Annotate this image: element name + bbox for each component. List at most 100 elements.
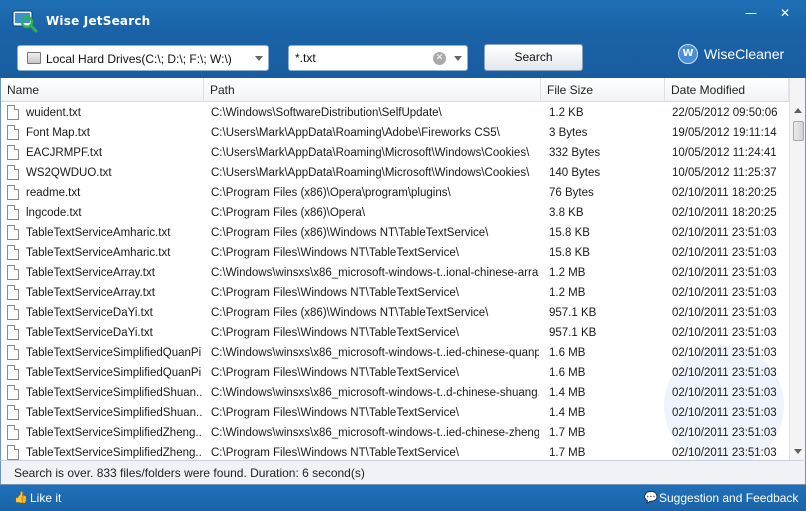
cell-name: TableTextServiceDaYi.txt xyxy=(26,307,153,319)
cell-date-modified: 02/10/2011 23:51:03 xyxy=(672,247,777,259)
cell-path: C:\Users\Mark\AppData\Roaming\Microsoft\… xyxy=(211,147,530,159)
cell-file-size: 332 Bytes xyxy=(549,147,601,159)
cell-name: wuident.txt xyxy=(26,107,81,119)
table-body: wuident.txt C:\Windows\SoftwareDistributi… xyxy=(1,103,789,460)
cell-path: C:\Windows\winsxs\x86_microsoft-windows-… xyxy=(211,427,539,439)
cell-file-size: 1.4 MB xyxy=(549,407,586,419)
like-it-link[interactable]: Like it xyxy=(30,491,61,505)
drive-select[interactable]: Local Hard Drives(C:\; D:\; F:\; W:\) xyxy=(17,45,269,71)
table-row[interactable]: TableTextServiceDaYi.txt C:\Program Files… xyxy=(1,303,789,323)
table-row[interactable]: TableTextServiceArray.txt C:\Windows\wins… xyxy=(1,263,789,283)
column-header-date-modified[interactable]: Date Modified xyxy=(665,78,789,102)
arrow-up-icon xyxy=(794,108,802,113)
cell-date-modified: 02/10/2011 23:51:03 xyxy=(672,327,777,339)
text-file-icon xyxy=(7,365,19,380)
chevron-down-icon[interactable] xyxy=(255,56,263,61)
minimize-button[interactable]: — xyxy=(740,4,762,22)
cell-name: lngcode.txt xyxy=(26,207,82,219)
column-header-file-size[interactable]: File Size xyxy=(541,78,665,102)
cell-path: C:\Users\Mark\AppData\Roaming\Microsoft\… xyxy=(211,167,530,179)
column-header-path[interactable]: Path xyxy=(204,78,541,102)
text-file-icon xyxy=(7,125,19,140)
cell-path: C:\Program Files (x86)\Windows NT\TableT… xyxy=(211,227,489,239)
cell-date-modified: 10/05/2012 11:25:37 xyxy=(672,167,777,179)
vertical-scrollbar[interactable] xyxy=(789,78,805,460)
column-header-name[interactable]: Name xyxy=(1,78,204,102)
text-file-icon xyxy=(7,245,19,260)
table-row[interactable]: TableTextServiceSimplifiedShuan... C:\Win… xyxy=(1,383,789,403)
text-file-icon xyxy=(7,145,19,160)
scroll-down-button[interactable] xyxy=(790,443,805,460)
cell-path: C:\Program Files\Windows NT\TableTextSer… xyxy=(211,327,459,339)
table-row[interactable]: wuident.txt C:\Windows\SoftwareDistributi… xyxy=(1,103,789,123)
cell-name: EACJRMPF.txt xyxy=(26,147,103,159)
suggestion-feedback-link[interactable]: Suggestion and Feedback xyxy=(659,491,798,505)
search-box[interactable]: ✕ xyxy=(288,45,468,71)
cell-date-modified: 02/10/2011 23:51:03 xyxy=(672,307,777,319)
wisecleaner-logo-icon: W xyxy=(678,44,698,64)
thumbs-up-icon[interactable]: 👍 xyxy=(14,492,28,503)
cell-path: C:\Program Files\Windows NT\TableTextSer… xyxy=(211,367,459,379)
cell-file-size: 3 Bytes xyxy=(549,127,588,139)
table-row[interactable]: lngcode.txt C:\Program Files (x86)\Opera\… xyxy=(1,203,789,223)
cell-date-modified: 10/05/2012 11:24:41 xyxy=(672,147,777,159)
cell-file-size: 1.4 MB xyxy=(549,387,586,399)
cell-date-modified: 22/05/2012 09:50:06 xyxy=(672,107,778,119)
cell-date-modified: 02/10/2011 23:51:03 xyxy=(672,427,777,439)
cell-name: Font Map.txt xyxy=(26,127,90,139)
cell-path: C:\Program Files (x86)\Opera\program\plu… xyxy=(211,187,451,199)
cell-date-modified: 02/10/2011 23:51:03 xyxy=(672,387,777,399)
table-row[interactable]: TableTextServiceAmharic.txt C:\Program Fi… xyxy=(1,243,789,263)
cell-path: C:\Program Files\Windows NT\TableTextSer… xyxy=(211,447,459,459)
text-file-icon xyxy=(7,105,19,120)
cell-path: C:\Program Files (x86)\Windows NT\TableT… xyxy=(211,307,489,319)
cell-file-size: 1.7 MB xyxy=(549,427,586,439)
table-row[interactable]: TableTextServiceSimplifiedZheng... C:\Win… xyxy=(1,423,789,443)
scroll-thumb[interactable] xyxy=(793,121,804,141)
cell-date-modified: 02/10/2011 23:51:03 xyxy=(672,367,777,379)
table-row[interactable]: TableTextServiceDaYi.txt C:\Program Files… xyxy=(1,323,789,343)
cell-date-modified: 02/10/2011 23:51:03 xyxy=(672,447,777,459)
text-file-icon xyxy=(7,185,19,200)
table-row[interactable]: TableTextServiceArray.txt C:\Program File… xyxy=(1,283,789,303)
cell-name: TableTextServiceArray.txt xyxy=(26,287,155,299)
table-row[interactable]: TableTextServiceAmharic.txt C:\Program Fi… xyxy=(1,223,789,243)
cell-name: TableTextServiceAmharic.txt xyxy=(26,227,171,239)
cell-name: TableTextServiceSimplifiedShuan... xyxy=(26,387,202,399)
speech-bubble-icon[interactable]: 💬 xyxy=(644,492,658,503)
text-file-icon xyxy=(7,205,19,220)
table-row[interactable]: TableTextServiceSimplifiedShuan... C:\Pro… xyxy=(1,403,789,423)
cell-file-size: 76 Bytes xyxy=(549,187,594,199)
cell-file-size: 957.1 KB xyxy=(549,327,597,339)
search-input[interactable] xyxy=(295,49,425,67)
main-window: Wise JetSearch — ✕ Local Hard Drives(C:\… xyxy=(0,0,806,511)
jetsearch-app-icon xyxy=(12,10,38,33)
cell-date-modified: 02/10/2011 23:51:03 xyxy=(672,267,777,279)
cell-path: C:\Windows\winsxs\x86_microsoft-windows-… xyxy=(211,267,539,279)
table-row[interactable]: readme.txt C:\Program Files (x86)\Opera\p… xyxy=(1,183,789,203)
table-row[interactable]: Font Map.txt C:\Users\Mark\AppData\Roamin… xyxy=(1,123,789,143)
clear-search-icon[interactable]: ✕ xyxy=(433,52,446,65)
cell-file-size: 15.8 KB xyxy=(549,227,590,239)
scroll-up-button[interactable] xyxy=(790,102,805,119)
search-history-chevron-icon[interactable] xyxy=(454,56,462,61)
cell-date-modified: 02/10/2011 23:51:03 xyxy=(672,347,777,359)
close-button[interactable]: ✕ xyxy=(774,4,796,22)
text-file-icon xyxy=(7,285,19,300)
table-row[interactable]: TableTextServiceSimplifiedQuanPi... C:\Wi… xyxy=(1,343,789,363)
cell-path: C:\Windows\winsxs\x86_microsoft-windows-… xyxy=(211,347,539,359)
search-button[interactable]: Search xyxy=(484,44,583,71)
table-row[interactable]: WS2QWDUO.txt C:\Users\Mark\AppData\Roamin… xyxy=(1,163,789,183)
cell-name: TableTextServiceSimplifiedZheng... xyxy=(26,427,202,439)
table-row[interactable]: TableTextServiceSimplifiedZheng... C:\Pro… xyxy=(1,443,789,460)
cell-path: C:\Program Files\Windows NT\TableTextSer… xyxy=(211,247,459,259)
window-title: Wise JetSearch xyxy=(46,14,151,28)
cell-path: C:\Windows\SoftwareDistribution\SelfUpda… xyxy=(211,107,442,119)
cell-name: TableTextServiceSimplifiedQuanPi... xyxy=(26,367,202,379)
text-file-icon xyxy=(7,405,19,420)
table-row[interactable]: EACJRMPF.txt C:\Users\Mark\AppData\Roamin… xyxy=(1,143,789,163)
table-row[interactable]: TableTextServiceSimplifiedQuanPi... C:\Pr… xyxy=(1,363,789,383)
text-file-icon xyxy=(7,425,19,440)
cell-path: C:\Windows\winsxs\x86_microsoft-windows-… xyxy=(211,387,539,399)
cell-date-modified: 02/10/2011 23:51:03 xyxy=(672,227,777,239)
